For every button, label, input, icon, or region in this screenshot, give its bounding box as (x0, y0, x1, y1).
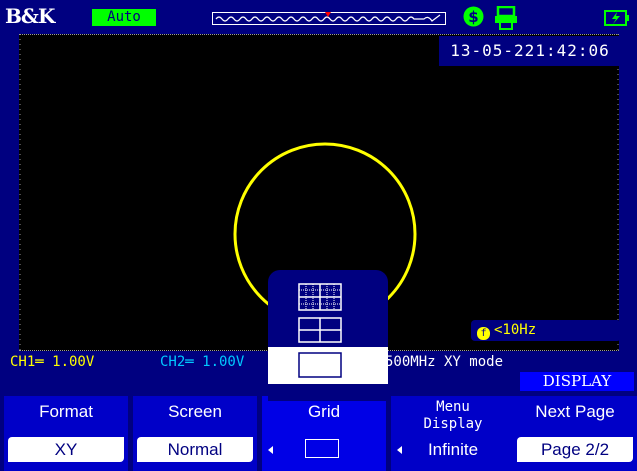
softkey-label: Next Page (535, 402, 615, 421)
popup-pointer (313, 388, 331, 397)
softkey-value: Normal (137, 437, 253, 462)
softkey-label: Menu Display (391, 399, 515, 433)
brand-logo: B&K (5, 4, 55, 28)
trigger-position-bar (212, 12, 446, 25)
softkey-value: XY (8, 437, 124, 462)
left-arrow-icon (397, 446, 402, 454)
left-arrow-icon (268, 446, 273, 454)
dollar-circle-icon: $ (463, 6, 484, 27)
softkey-grid[interactable]: Grid (262, 396, 386, 471)
no-grid-icon (305, 439, 339, 458)
softkey-label-line1: Menu (436, 399, 470, 415)
softkey-value: Infinite (395, 437, 511, 462)
frequency-icon: f (477, 327, 490, 340)
battery-charging-icon (604, 10, 629, 26)
date-time-display: 13-05-221:42:06 (439, 36, 621, 66)
svg-text:$: $ (468, 8, 478, 26)
no-grid-icon[interactable] (298, 352, 342, 378)
softkey-label-line2: Display (423, 416, 483, 432)
grid-options-popup (268, 270, 388, 401)
frequency-value: <10Hz (494, 322, 537, 338)
ch2-scale: CH2═ 1.00V (160, 354, 245, 370)
trigger-marker-icon (325, 12, 331, 17)
softkey-label: Screen (168, 402, 222, 421)
softkey-screen[interactable]: Screen Normal (133, 396, 257, 471)
softkey-value: Page 2/2 (517, 437, 633, 462)
softkey-next-page[interactable]: Next Page Page 2/2 (513, 396, 637, 471)
softkey-label: Grid (307, 402, 341, 421)
trigger-mode-badge: Auto (92, 9, 156, 26)
full-grid-icon[interactable] (298, 283, 342, 311)
ch1-scale: CH1═ 1.00V (10, 354, 95, 370)
menu-title: DISPLAY (520, 372, 634, 391)
softkey-label: Format (39, 402, 93, 421)
cross-grid-icon[interactable] (298, 317, 342, 343)
frequency-counter: f <10Hz (471, 320, 621, 341)
timebase-info: 500MHz XY mode (385, 354, 504, 370)
printer-icon (495, 6, 517, 30)
softkey-menu-display[interactable]: Menu Display Infinite (391, 396, 515, 471)
grid-option-selected-row[interactable] (268, 347, 388, 384)
softkey-format[interactable]: Format XY (4, 396, 128, 471)
